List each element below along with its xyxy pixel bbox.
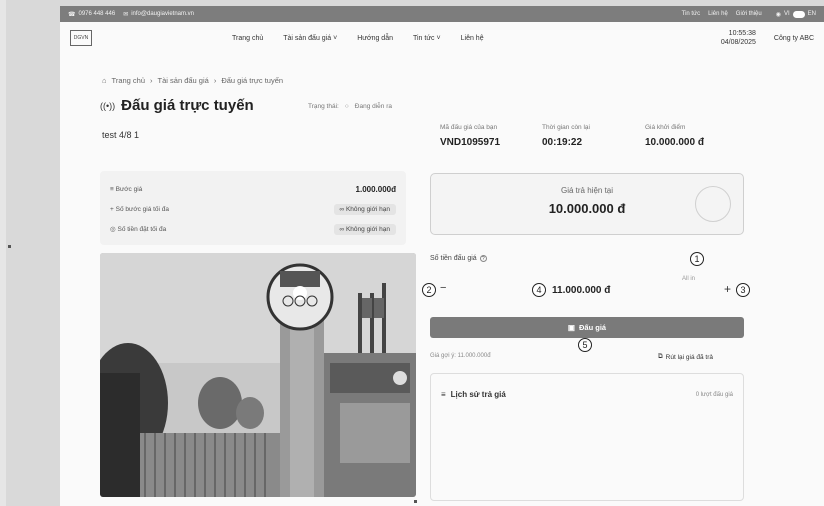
- status-label: Trạng thái:: [308, 103, 339, 110]
- main-nav: Trang chủ Tài sản đấu giá ˅ Hướng dẫn Tin…: [232, 35, 484, 42]
- meta-code-value: VND1095971: [440, 137, 501, 148]
- asset-photo: [100, 253, 416, 497]
- gavel-icon: ▣: [567, 323, 575, 332]
- annotation-5: 5: [578, 338, 592, 352]
- annotation-1: 1: [690, 252, 704, 266]
- breadcrumb-assets[interactable]: Tài sản đấu giá: [158, 76, 209, 85]
- list-icon: ≡: [441, 390, 446, 399]
- status-badge: Đang diễn ra: [354, 103, 393, 110]
- phone-text: 0976 448 446: [78, 11, 116, 17]
- breadcrumb-separator: ›: [150, 76, 153, 85]
- stamp-icon: [695, 186, 731, 222]
- info-step: ≡ Bước giá 1.000.000đ: [110, 179, 396, 199]
- meta-code: Mã đấu giá của bạn VND1095971: [440, 124, 500, 148]
- current-price-box: Giá trả hiện tại 10.000.000 đ: [430, 173, 744, 235]
- phone-contact[interactable]: ☎ 0976 448 446: [68, 11, 115, 18]
- nav-news-label: Tin tức: [412, 34, 435, 42]
- meta-time: Thời gian còn lại 00:19:22: [542, 124, 590, 148]
- current-price-label: Giá trả hiện tại: [560, 186, 614, 195]
- lang-en[interactable]: EN: [808, 11, 816, 17]
- bid-amount-input[interactable]: 11.000.000 đ: [552, 285, 610, 296]
- breadcrumb-home[interactable]: Trang chủ: [112, 76, 146, 85]
- user-menu[interactable]: Công ty ABC: [774, 35, 814, 42]
- meta-start-label: Giá khởi điểm: [645, 124, 686, 131]
- bid-history-count: 0 lượt đấu giá: [695, 392, 733, 398]
- nav-news[interactable]: Tin tức ˅: [413, 35, 441, 42]
- bid-history-label: Lịch sử trả giá: [450, 390, 506, 399]
- scan-mark: [8, 245, 11, 248]
- home-icon: ⌂: [102, 76, 107, 85]
- bid-amount-label: Số tiền đấu giá ?: [430, 255, 487, 262]
- withdraw-bid-link[interactable]: ⧉ Rút lại giá đã trả: [658, 353, 713, 361]
- meta-start-value: 10.000.000 đ: [645, 137, 704, 148]
- nav-home[interactable]: Trang chủ: [232, 35, 263, 42]
- chevron-down-icon: ˅: [333, 34, 338, 42]
- undo-icon: ⧉: [658, 353, 663, 360]
- info-max-steps-label: + Số bước giá tối đa: [110, 205, 170, 213]
- top-bar: ☎ 0976 448 446 ✉ info@daugiavietnam.vn T…: [60, 6, 824, 22]
- all-in-button[interactable]: All in: [682, 276, 695, 282]
- page: ☎ 0976 448 446 ✉ info@daugiavietnam.vn T…: [60, 6, 824, 506]
- clock-time: 10:55:38: [728, 30, 756, 37]
- increase-button[interactable]: +: [724, 282, 731, 296]
- topbar-link-news[interactable]: Tin tức: [682, 11, 700, 17]
- clock-date: 04/08/2025: [720, 39, 756, 46]
- meta-time-label: Thời gian còn lại: [542, 124, 590, 131]
- nav-assets[interactable]: Tài sản đấu giá ˅: [283, 35, 337, 42]
- header: DGVN Trang chủ Tài sản đấu giá ˅ Hướng dẫ…: [60, 22, 824, 54]
- page-title: Đấu giá trực tuyến: [121, 97, 254, 114]
- info-max-steps-value: ∞ Không giới hạn: [333, 203, 396, 215]
- lot-name: test 4/8 1: [102, 130, 140, 140]
- place-bid-label: Đấu giá: [579, 323, 607, 332]
- broadcast-icon: ((•)): [100, 100, 116, 111]
- nav-guide[interactable]: Hướng dẫn: [357, 35, 393, 42]
- annotation-2: 2: [422, 283, 436, 297]
- site-logo[interactable]: DGVN: [70, 30, 92, 46]
- info-max-steps: + Số bước giá tối đa ∞ Không giới hạn: [110, 199, 396, 219]
- meta-code-label: Mã đấu giá của bạn: [440, 124, 498, 131]
- info-max-amount: ◎ Số tiền đặt tối đa ∞ Không giới hạn: [110, 219, 396, 239]
- nav-assets-label: Tài sản đấu giá: [283, 34, 332, 42]
- breadcrumb-separator: ›: [213, 76, 217, 85]
- scan-edge: [0, 0, 6, 506]
- scan-mark: [414, 500, 417, 503]
- place-bid-button[interactable]: ▣ Đấu giá: [430, 317, 744, 338]
- annotation-4: 4: [532, 283, 546, 297]
- meta-time-value: 00:19:22: [542, 137, 583, 148]
- language-toggle[interactable]: [792, 10, 805, 18]
- asset-photo-image: [100, 253, 416, 497]
- status-row: Trạng thái: ○ Đang diễn ra: [308, 103, 392, 110]
- withdraw-bid-label: Rút lại giá đã trả: [665, 353, 713, 361]
- nav-contact[interactable]: Liên hệ: [461, 35, 484, 42]
- breadcrumb: ⌂ Trang chủ › Tài sản đấu giá › Đấu giá …: [102, 76, 283, 85]
- clock: 10:55:38 04/08/2025: [721, 29, 756, 47]
- bid-history-panel: ≡ Lịch sử trả giá 0 lượt đấu giá: [430, 373, 744, 501]
- info-step-label: ≡ Bước giá: [110, 185, 143, 193]
- breadcrumb-current: Đấu giá trực tuyến: [221, 76, 284, 85]
- meta-start: Giá khởi điểm 10.000.000 đ: [645, 124, 704, 148]
- bid-label-text: Số tiền đấu giá: [430, 255, 477, 262]
- suggested-price: Giá gợi ý: 11.000.000đ: [430, 353, 491, 359]
- help-icon[interactable]: ?: [479, 255, 487, 262]
- bid-history-title: ≡ Lịch sử trả giá: [441, 390, 506, 399]
- status-dot-icon: ○: [344, 103, 349, 110]
- title-row: ((•)) Đấu giá trực tuyến: [100, 97, 254, 114]
- topbar-link-contact[interactable]: Liên hệ: [708, 11, 728, 17]
- lang-vi[interactable]: VI: [784, 11, 790, 17]
- info-step-value: 1.000.000đ: [355, 184, 396, 194]
- email-contact[interactable]: ✉ info@daugiavietnam.vn: [123, 11, 194, 18]
- mail-icon: ✉: [123, 11, 129, 18]
- decrease-button[interactable]: −: [440, 282, 446, 294]
- chevron-down-icon: ˅: [436, 34, 441, 42]
- check-circle-icon: ◉: [775, 11, 781, 18]
- info-max-amount-value: ∞ Không giới hạn: [333, 223, 396, 235]
- language-switch[interactable]: ◉ VI EN: [775, 10, 816, 18]
- topbar-link-about[interactable]: Giới thiệu: [736, 11, 762, 17]
- phone-icon: ☎: [68, 11, 76, 18]
- email-text: info@daugiavietnam.vn: [131, 11, 195, 17]
- info-max-amount-label: ◎ Số tiền đặt tối đa: [110, 226, 167, 233]
- auction-info-box: ≡ Bước giá 1.000.000đ + Số bước giá tối …: [100, 171, 406, 245]
- annotation-3: 3: [736, 283, 750, 297]
